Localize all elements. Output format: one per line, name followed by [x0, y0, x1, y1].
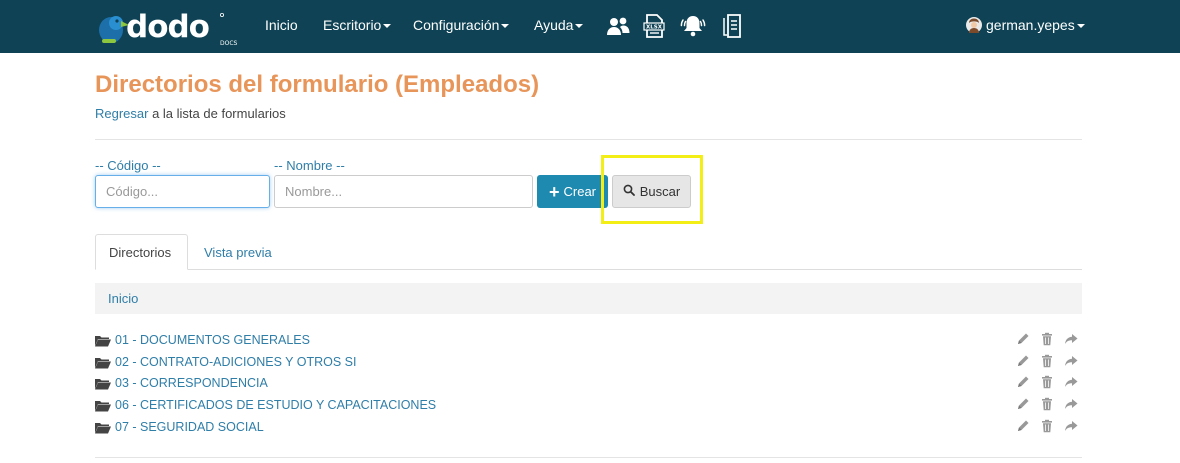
nav-configuracion[interactable]: Configuración: [413, 17, 510, 33]
row-actions: [1016, 419, 1078, 433]
row-actions: [1016, 375, 1078, 389]
pencil-icon[interactable]: [1016, 332, 1030, 346]
directory-link[interactable]: 06 - CERTIFICADOS DE ESTUDIO Y CAPACITAC…: [115, 398, 436, 412]
header-divider: [95, 139, 1082, 140]
directory-link[interactable]: 02 - CONTRATO-ADICIONES Y OTROS SI: [115, 355, 356, 369]
create-button-label: Crear: [563, 184, 597, 199]
nav-escritorio-label: Escritorio: [323, 17, 382, 33]
back-line: Regresar a la lista de formularios: [95, 106, 286, 121]
folder-open-icon: [95, 399, 111, 412]
svg-text:XLSX: XLSX: [646, 25, 663, 31]
users-icon[interactable]: [605, 13, 631, 39]
caret-down-icon: [383, 24, 392, 29]
row-actions: [1016, 332, 1078, 346]
plus-icon: +: [548, 181, 560, 202]
nav-configuracion-label: Configuración: [413, 17, 500, 33]
directory-link[interactable]: 01 - DOCUMENTOS GENERALES: [115, 333, 310, 347]
breadcrumb-inicio[interactable]: Inicio: [108, 291, 138, 306]
user-menu[interactable]: german.yepes: [966, 17, 1085, 33]
folder-open-icon: [95, 421, 111, 434]
nav-inicio[interactable]: Inicio: [265, 17, 298, 33]
bell-alert-icon[interactable]: [679, 13, 706, 39]
directory-row: 07 - SEGURIDAD SOCIAL: [95, 417, 1082, 437]
nav-ayuda-label: Ayuda: [534, 17, 574, 33]
share-arrow-icon[interactable]: [1064, 419, 1078, 433]
svg-text:dodo: dodo: [126, 9, 209, 45]
row-actions: [1016, 397, 1078, 411]
pencil-icon[interactable]: [1016, 375, 1030, 389]
directory-link[interactable]: 03 - CORRESPONDENCIA: [115, 376, 268, 390]
nav-inicio-label: Inicio: [265, 17, 298, 33]
share-arrow-icon[interactable]: [1064, 332, 1078, 346]
pencil-icon[interactable]: [1016, 354, 1030, 368]
row-actions: [1016, 354, 1078, 368]
code-field-label: -- Código --: [95, 158, 161, 173]
directory-row: 03 - CORRESPONDENCIA: [95, 373, 1082, 393]
pencil-icon[interactable]: [1016, 419, 1030, 433]
code-input[interactable]: [95, 175, 270, 208]
name-input[interactable]: [274, 175, 533, 208]
trash-icon[interactable]: [1040, 397, 1054, 411]
list-bottom-divider: [95, 457, 1082, 458]
top-navbar: dodo DOCS Inicio Escritorio Configuració…: [0, 0, 1180, 53]
svg-text:DOCS: DOCS: [220, 40, 238, 47]
nav-escritorio[interactable]: Escritorio: [323, 17, 392, 33]
back-text: a la lista de formularios: [148, 106, 286, 121]
breadcrumb: Inicio: [95, 283, 1082, 314]
trash-icon[interactable]: [1040, 354, 1054, 368]
user-avatar-icon: [966, 17, 982, 33]
trash-icon[interactable]: [1040, 375, 1054, 389]
back-link[interactable]: Regresar: [95, 106, 148, 121]
search-button-label: Buscar: [639, 184, 681, 199]
share-arrow-icon[interactable]: [1064, 375, 1078, 389]
directory-row: 01 - DOCUMENTOS GENERALES: [95, 330, 1082, 350]
tab-vista-previa[interactable]: Vista previa: [191, 234, 285, 270]
folder-open-icon: [95, 377, 111, 390]
tab-directorios[interactable]: Directorios: [95, 234, 188, 270]
caret-down-icon: [501, 24, 510, 29]
share-arrow-icon[interactable]: [1064, 354, 1078, 368]
name-field-label: -- Nombre --: [274, 158, 345, 173]
xlsx-file-icon[interactable]: XLSX: [641, 13, 667, 39]
caret-down-icon: [575, 24, 584, 29]
trash-icon[interactable]: [1040, 332, 1054, 346]
directory-row: 02 - CONTRATO-ADICIONES Y OTROS SI: [95, 352, 1082, 372]
search-button[interactable]: Buscar: [612, 175, 691, 208]
page-title: Directorios del formulario (Empleados): [95, 71, 540, 98]
caret-down-icon: [1076, 24, 1085, 29]
pencil-icon[interactable]: [1016, 397, 1030, 411]
directory-row: 06 - CERTIFICADOS DE ESTUDIO Y CAPACITAC…: [95, 395, 1082, 415]
directory-link[interactable]: 07 - SEGURIDAD SOCIAL: [115, 420, 264, 434]
create-button[interactable]: + Crear: [537, 175, 608, 208]
dodo-docs-logo[interactable]: dodo DOCS: [96, 6, 246, 48]
folder-open-icon: [95, 334, 111, 347]
share-arrow-icon[interactable]: [1064, 397, 1078, 411]
nav-ayuda[interactable]: Ayuda: [534, 17, 584, 33]
folder-open-icon: [95, 356, 111, 369]
document-list-icon[interactable]: [721, 13, 747, 39]
search-icon: [623, 184, 635, 199]
trash-icon[interactable]: [1040, 419, 1054, 433]
user-name: german.yepes: [986, 17, 1075, 33]
